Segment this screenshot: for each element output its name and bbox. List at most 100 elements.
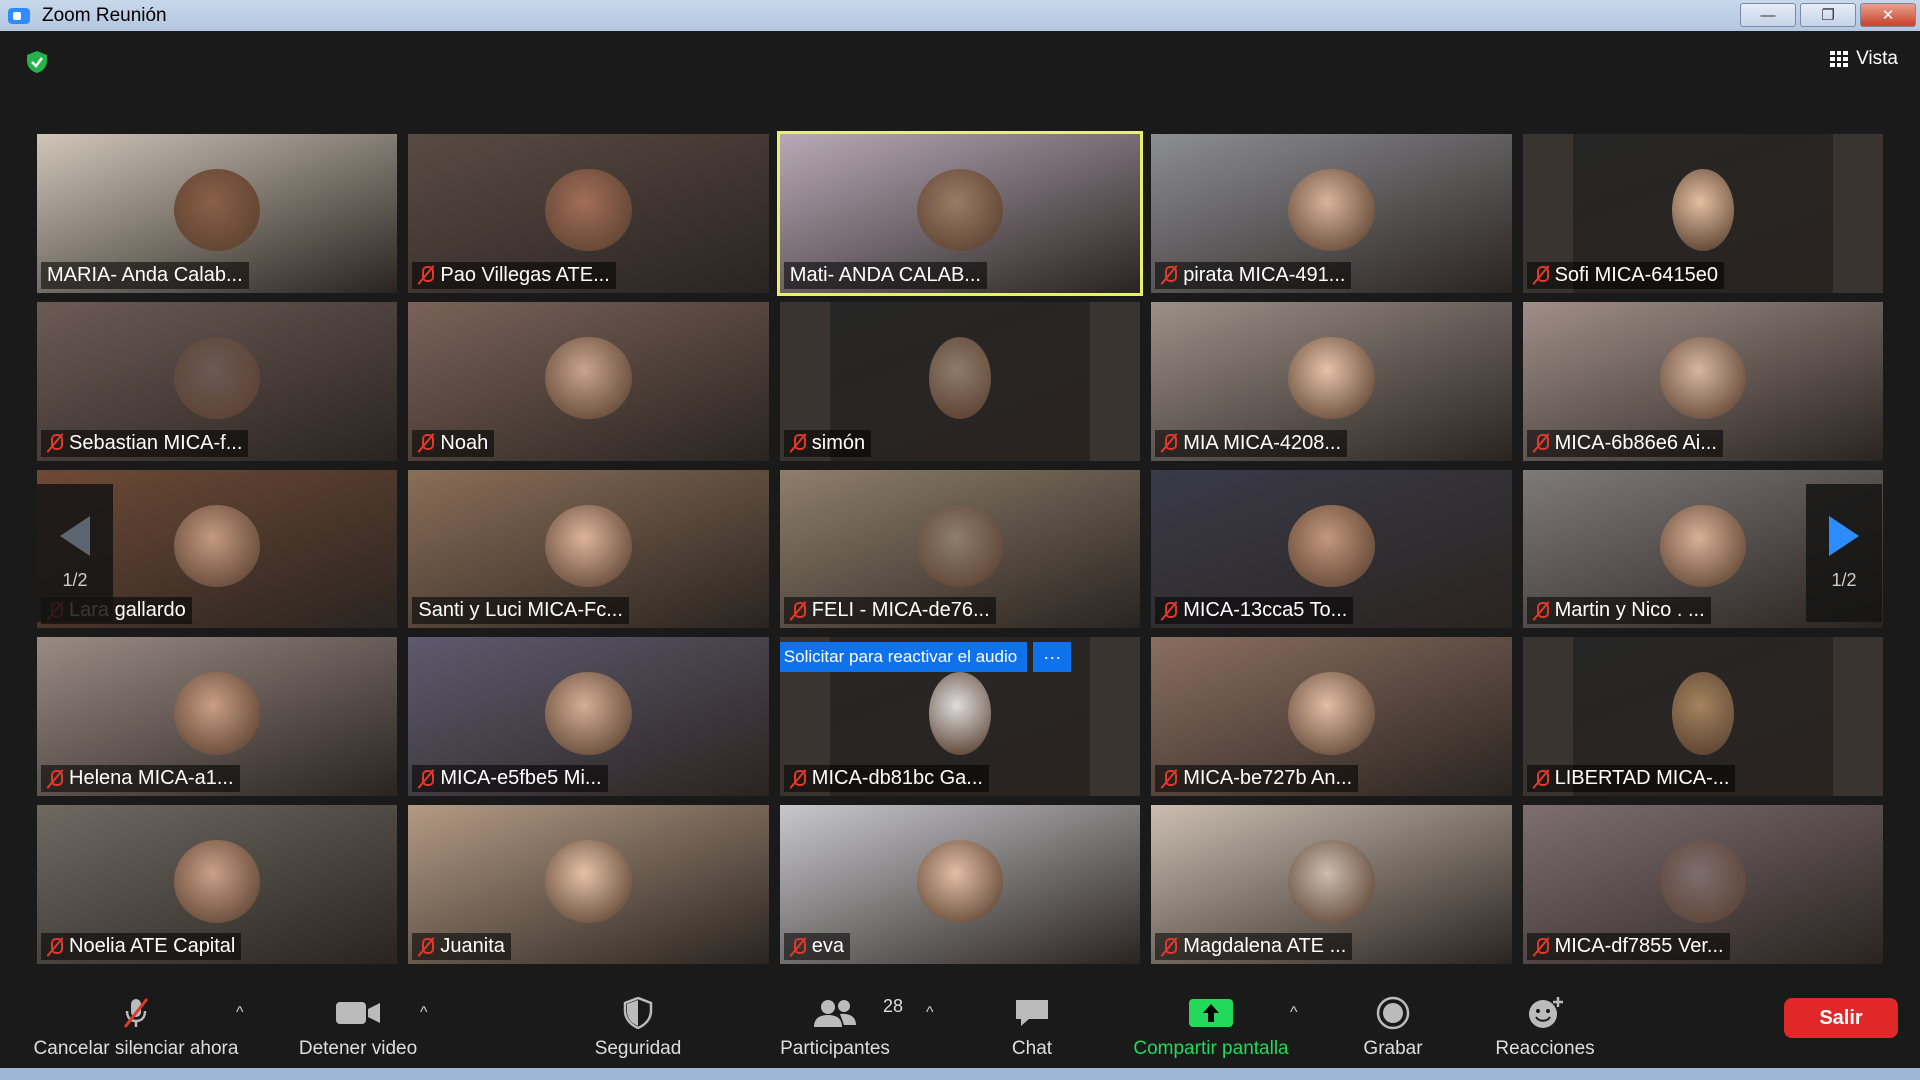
view-button[interactable]: Vista xyxy=(1830,48,1898,70)
chat-button[interactable]: Chat xyxy=(1000,984,1064,1068)
record-button[interactable]: Grabar xyxy=(1350,984,1436,1068)
participant-name: Helena MICA-a1... xyxy=(69,767,234,790)
zoom-app-icon xyxy=(8,7,30,24)
window-titlebar: Zoom Reunión — ❐ ✕ xyxy=(0,0,1920,31)
participant-video-tile[interactable]: LIBERTAD MICA-... xyxy=(1522,637,1883,797)
microphone-muted-icon xyxy=(1161,433,1178,453)
participant-name-label: Helena MICA-a1... xyxy=(41,765,240,793)
participant-video-tile[interactable]: Juanita xyxy=(408,805,769,964)
next-page-button[interactable]: 1/2 xyxy=(1806,484,1882,622)
participant-name-label: MARIA- Anda Calab... xyxy=(41,261,249,289)
video-camera-icon xyxy=(335,996,381,1030)
participant-video-tile[interactable]: MICA-be727b An... xyxy=(1151,637,1512,797)
participant-name-label: MICA-db81bc Ga... xyxy=(783,765,989,793)
encryption-shield-icon[interactable] xyxy=(25,50,49,74)
participant-name: MARIA- Anda Calab... xyxy=(47,263,243,286)
previous-page-button[interactable]: 1/2 xyxy=(37,484,113,622)
participant-name: Sofi MICA-6415e0 xyxy=(1554,263,1719,286)
participants-icon: 28 xyxy=(785,996,903,1030)
participant-video-tile[interactable]: MICA-13cca5 To... xyxy=(1151,469,1512,629)
stop-video-button[interactable]: Detener video xyxy=(282,984,434,1068)
microphone-muted-icon xyxy=(1533,601,1549,621)
participant-video-tile[interactable]: Sebastian MICA-f... xyxy=(37,301,398,461)
microphone-muted-icon xyxy=(418,433,435,453)
microphone-muted-icon xyxy=(119,996,153,1030)
audio-options-caret[interactable]: ^ xyxy=(236,1004,244,1022)
participant-name-label: Martin y Nico . ... xyxy=(1526,597,1711,625)
share-screen-label: Compartir pantalla xyxy=(1133,1038,1289,1059)
minimize-button[interactable]: — xyxy=(1740,3,1796,27)
participant-face xyxy=(545,840,632,923)
participant-name-label: MIA MICA-4208... xyxy=(1155,429,1348,457)
participant-video-tile[interactable]: FELI - MICA-de76... xyxy=(779,469,1141,629)
participants-options-caret[interactable]: ^ xyxy=(926,1004,934,1022)
participant-face xyxy=(1288,168,1375,252)
participant-name: Juanita xyxy=(440,935,505,957)
microphone-muted-icon xyxy=(790,433,806,453)
video-options-caret[interactable]: ^ xyxy=(420,1004,428,1022)
close-window-button[interactable]: ✕ xyxy=(1860,3,1916,27)
participant-video-tile[interactable]: Noah xyxy=(408,301,769,461)
record-label: Grabar xyxy=(1363,1038,1423,1059)
unmute-request-text[interactable]: Solicitar para reactivar el audio xyxy=(779,642,1028,673)
microphone-muted-icon xyxy=(418,769,435,789)
share-screen-button[interactable]: Compartir pantalla xyxy=(1116,984,1306,1068)
participant-video-tile[interactable]: Sofi MICA-6415e0 xyxy=(1522,134,1883,293)
participant-name-label: Noah xyxy=(412,429,495,457)
participant-name: LIBERTAD MICA-... xyxy=(1554,767,1730,790)
participant-face xyxy=(916,168,1004,252)
participants-button[interactable]: 28 Participantes xyxy=(766,984,904,1068)
participant-face xyxy=(916,840,1004,923)
participant-face xyxy=(1288,336,1375,420)
participant-video-tile[interactable]: Helena MICA-a1... xyxy=(37,637,398,797)
participant-name-label: MICA-be727b An... xyxy=(1155,765,1359,793)
participant-video-tile[interactable]: Santi y Luci MICA-Fc... xyxy=(408,469,769,629)
participant-video-tile[interactable]: MICA-e5fbe5 Mi... xyxy=(408,637,769,797)
microphone-muted-icon xyxy=(1161,937,1178,957)
security-button[interactable]: Seguridad xyxy=(574,984,702,1068)
participant-name-label: MICA-e5fbe5 Mi... xyxy=(412,765,608,793)
participant-video-tile[interactable]: MICA-df7855 Ver... xyxy=(1522,805,1883,964)
participant-video-tile[interactable]: pirata MICA-491... xyxy=(1151,134,1512,293)
participant-name-label: Sebastian MICA-f... xyxy=(41,429,249,457)
participant-face xyxy=(545,672,632,755)
share-screen-icon xyxy=(1188,996,1234,1030)
unmute-button[interactable]: Cancelar silenciar ahora xyxy=(18,984,254,1068)
participant-video-tile[interactable]: MIA MICA-4208... xyxy=(1151,301,1512,461)
participant-name: MICA-6b86e6 Ai... xyxy=(1554,431,1717,454)
share-options-caret[interactable]: ^ xyxy=(1290,1004,1298,1022)
participant-name: Mati- ANDA CALAB... xyxy=(789,263,981,286)
participant-video-tile[interactable]: Solicitar para reactivar el audio ··· MICA… xyxy=(779,637,1141,797)
participant-face xyxy=(1288,504,1375,588)
participant-name: MICA-e5fbe5 Mi... xyxy=(440,767,602,790)
participant-name-label: Magdalena ATE ... xyxy=(1155,933,1353,960)
participant-video-tile[interactable]: MICA-6b86e6 Ai... xyxy=(1522,301,1883,461)
window-title: Zoom Reunión xyxy=(42,4,167,26)
participant-video-tile[interactable]: Noelia ATE Capital xyxy=(37,805,398,964)
microphone-muted-icon xyxy=(1161,769,1178,789)
participant-face xyxy=(173,504,261,588)
participant-name-label: LIBERTAD MICA-... xyxy=(1526,765,1736,793)
participant-video-tile[interactable]: Magdalena ATE ... xyxy=(1151,805,1512,964)
participant-name: Noah xyxy=(440,431,489,454)
restore-button[interactable]: ❐ xyxy=(1800,3,1856,27)
microphone-muted-icon xyxy=(1161,265,1178,285)
participant-name-label: Mati- ANDA CALAB... xyxy=(783,261,987,289)
participant-name: MICA-13cca5 To... xyxy=(1183,599,1348,622)
arrow-left-icon xyxy=(60,515,90,556)
participants-label: Participantes xyxy=(780,1038,890,1059)
record-icon xyxy=(1376,996,1410,1030)
participant-video-tile[interactable]: simón xyxy=(779,301,1141,461)
reactions-button[interactable]: Reacciones xyxy=(1480,984,1610,1068)
more-options-icon[interactable]: ··· xyxy=(1033,642,1072,673)
participant-face xyxy=(173,336,261,420)
leave-meeting-button[interactable]: Salir xyxy=(1784,998,1898,1038)
unmute-request-banner[interactable]: Solicitar para reactivar el audio ··· xyxy=(779,641,1072,673)
participant-video-tile[interactable]: eva xyxy=(779,805,1141,964)
participant-video-tile[interactable]: Mati- ANDA CALAB... xyxy=(776,131,1144,296)
participant-video-tile[interactable]: MARIA- Anda Calab... xyxy=(37,134,398,293)
participant-video-tile[interactable]: Pao Villegas ATE... xyxy=(408,134,769,293)
participant-name: Magdalena ATE ... xyxy=(1183,935,1347,957)
page-indicator-left: 1/2 xyxy=(62,569,88,590)
security-label: Seguridad xyxy=(594,1038,682,1059)
